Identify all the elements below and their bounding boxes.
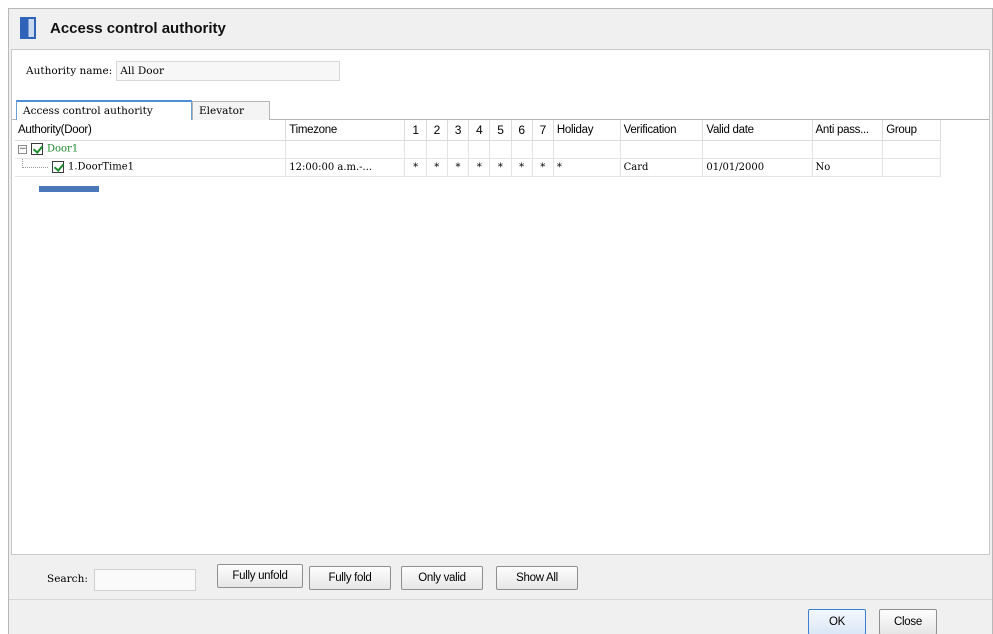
selection-indicator bbox=[39, 186, 99, 192]
cell-day-3: * bbox=[447, 158, 470, 177]
authority-grid: Authority(Door) Timezone 1 2 3 4 5 6 7 H… bbox=[15, 120, 941, 177]
cell-empty bbox=[489, 140, 512, 159]
column-header-holiday[interactable]: Holiday bbox=[553, 120, 621, 141]
column-header-group[interactable]: Group bbox=[882, 120, 941, 141]
door-checkbox[interactable] bbox=[31, 143, 43, 155]
column-header-day-6[interactable]: 6 bbox=[511, 120, 533, 141]
cell-day-2: * bbox=[426, 158, 448, 177]
column-header-timezone[interactable]: Timezone bbox=[285, 120, 406, 141]
main-panel: Authority name: All Door Access control … bbox=[11, 49, 990, 587]
cell-empty bbox=[285, 140, 406, 159]
search-input[interactable] bbox=[94, 569, 196, 591]
fully-unfold-button[interactable]: Fully unfold bbox=[217, 564, 303, 588]
doortime-tree-cell[interactable]: 1.DoorTime1 bbox=[15, 158, 287, 177]
cell-empty bbox=[882, 140, 941, 159]
authority-name-row: Authority name: All Door bbox=[26, 61, 341, 81]
cell-day-4: * bbox=[468, 158, 491, 177]
tree-connector bbox=[22, 158, 48, 168]
door-name: Door1 bbox=[47, 143, 79, 155]
cell-empty bbox=[553, 140, 621, 159]
fully-fold-button[interactable]: Fully fold bbox=[309, 566, 391, 590]
cell-day-6: * bbox=[511, 158, 533, 177]
door-app-icon bbox=[20, 17, 36, 39]
column-header-day-3[interactable]: 3 bbox=[447, 120, 470, 141]
show-all-button[interactable]: Show All bbox=[496, 566, 578, 590]
cell-anti-pass: No bbox=[812, 158, 884, 177]
close-button[interactable]: Close bbox=[879, 609, 937, 634]
access-control-authority-window: Access control authority Authority name:… bbox=[8, 8, 993, 634]
ok-button[interactable]: OK bbox=[808, 609, 866, 634]
cell-empty bbox=[812, 140, 884, 159]
cell-verification: Card bbox=[620, 158, 704, 177]
cell-timezone: 12:00:00 a.m.-... bbox=[285, 158, 406, 177]
tab-elevator[interactable]: Elevator bbox=[192, 101, 270, 120]
cell-empty bbox=[404, 140, 427, 159]
only-valid-button[interactable]: Only valid bbox=[401, 566, 483, 590]
cell-valid-date: 01/01/2000 bbox=[702, 158, 813, 177]
door-tree-cell[interactable]: − Door1 bbox=[15, 140, 287, 159]
authority-name-label: Authority name: bbox=[26, 65, 113, 77]
title-bar: Access control authority bbox=[9, 9, 992, 47]
cell-day-5: * bbox=[489, 158, 512, 177]
table-row[interactable]: 1.DoorTime1 12:00:00 a.m.-... * * * * * … bbox=[15, 158, 941, 177]
cell-group bbox=[882, 158, 941, 177]
column-header-day-1[interactable]: 1 bbox=[404, 120, 427, 141]
authority-name-input[interactable]: All Door bbox=[116, 61, 341, 81]
column-header-anti-pass[interactable]: Anti pass... bbox=[812, 120, 884, 141]
column-header-day-7[interactable]: 7 bbox=[532, 120, 554, 141]
cell-empty bbox=[447, 140, 470, 159]
cell-empty bbox=[620, 140, 704, 159]
table-row-door[interactable]: − Door1 bbox=[15, 140, 941, 159]
tab-access-control-authority[interactable]: Access control authority bbox=[16, 100, 192, 120]
column-header-valid-date[interactable]: Valid date bbox=[702, 120, 813, 141]
cell-empty bbox=[468, 140, 491, 159]
collapse-toggle-icon[interactable]: − bbox=[18, 144, 27, 154]
search-toolbar: Search: Fully unfold Fully fold Only val… bbox=[11, 554, 990, 596]
doortime-checkbox[interactable] bbox=[52, 161, 64, 173]
search-label: Search: bbox=[47, 573, 88, 585]
column-header-day-4[interactable]: 4 bbox=[468, 120, 491, 141]
column-header-verification[interactable]: Verification bbox=[620, 120, 704, 141]
cell-empty bbox=[532, 140, 554, 159]
window-title: Access control authority bbox=[50, 19, 226, 37]
cell-day-1: * bbox=[404, 158, 427, 177]
cell-empty bbox=[702, 140, 813, 159]
cell-empty bbox=[426, 140, 448, 159]
column-header-authority-door[interactable]: Authority(Door) bbox=[15, 120, 287, 141]
dialog-footer: OK Close bbox=[9, 599, 992, 634]
column-header-day-5[interactable]: 5 bbox=[489, 120, 512, 141]
cell-day-7: * bbox=[532, 158, 554, 177]
cell-holiday: * bbox=[553, 158, 621, 177]
cell-empty bbox=[511, 140, 533, 159]
doortime-name: 1.DoorTime1 bbox=[68, 161, 135, 173]
grid-header-row: Authority(Door) Timezone 1 2 3 4 5 6 7 H… bbox=[15, 120, 941, 141]
column-header-day-2[interactable]: 2 bbox=[426, 120, 448, 141]
